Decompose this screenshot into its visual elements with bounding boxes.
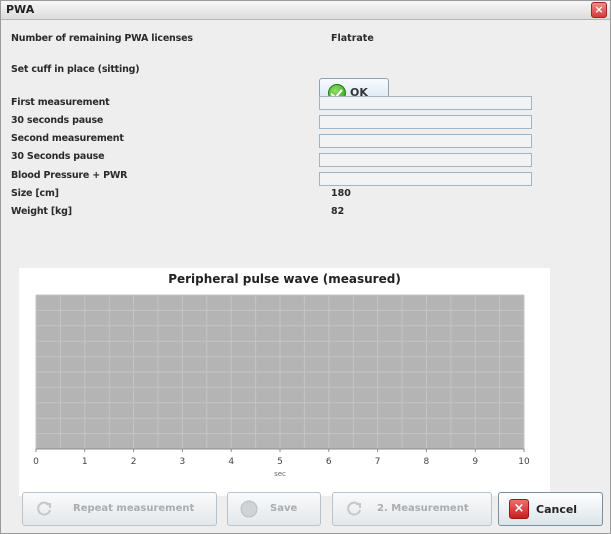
second-measurement-button-label: 2. Measurement: [377, 503, 469, 514]
x-tick-label: 7: [375, 457, 381, 467]
title-bar[interactable]: PWA ×: [1, 1, 610, 20]
second-measurement-label: Second measurement: [11, 133, 124, 144]
second-measurement-button[interactable]: 2. Measurement: [332, 492, 492, 526]
chart-plot: 0 1 2 3 4 5 6 7 8 9 10 sec: [33, 294, 530, 478]
repeat-measurement-button[interactable]: Repeat measurement: [22, 492, 217, 526]
save-button[interactable]: Save: [227, 492, 321, 526]
save-label: Save: [270, 503, 298, 514]
x-tick-label: 9: [472, 457, 478, 467]
first-measurement-label: First measurement: [11, 97, 110, 108]
x-tick-label: 2: [131, 457, 137, 467]
pwa-dialog: PWA × Number of remaining PWA licenses F…: [0, 0, 611, 534]
repeat-measurement-label: Repeat measurement: [73, 503, 195, 514]
licenses-value: Flatrate: [331, 33, 374, 44]
cancel-button[interactable]: × Cancel: [498, 492, 603, 526]
save-icon: [240, 500, 258, 518]
window-title: PWA: [6, 3, 35, 16]
x-tick-label: 6: [326, 457, 332, 467]
pause-2-label: 30 Seconds pause: [11, 151, 105, 162]
cuff-instruction-label: Set cuff in place (sitting): [11, 64, 140, 75]
x-tick-label: 0: [33, 457, 39, 467]
first-measurement-progress: [319, 96, 532, 110]
x-tick-label: 10: [518, 457, 530, 467]
close-button[interactable]: ×: [591, 2, 607, 18]
pause-1-label: 30 seconds pause: [11, 115, 104, 126]
x-tick-label: 1: [82, 457, 88, 467]
x-tick-label: 4: [228, 457, 234, 467]
x-axis-label: sec: [274, 470, 286, 478]
size-value: 180: [331, 188, 351, 199]
x-tick-label: 8: [424, 457, 430, 467]
cancel-label: Cancel: [536, 503, 578, 516]
x-tick-label: 5: [277, 457, 283, 467]
refresh-icon: [347, 501, 361, 516]
pause-1-progress: [319, 115, 532, 129]
cancel-icon: ×: [509, 499, 529, 519]
x-tick-label: 3: [180, 457, 186, 467]
weight-label: Weight [kg]: [11, 206, 72, 217]
pause-2-progress: [319, 153, 532, 167]
second-measurement-progress: [319, 134, 532, 148]
pulse-wave-chart: Peripheral pulse wave (measured) 0123456…: [19, 268, 550, 496]
weight-value: 82: [331, 206, 345, 217]
size-label: Size [cm]: [11, 188, 59, 199]
bp-pwa-progress: [319, 172, 532, 186]
licenses-label: Number of remaining PWA licenses: [11, 33, 193, 44]
refresh-icon: [37, 501, 51, 516]
bp-pwa-label: Blood Pressure + PWR: [11, 170, 128, 181]
